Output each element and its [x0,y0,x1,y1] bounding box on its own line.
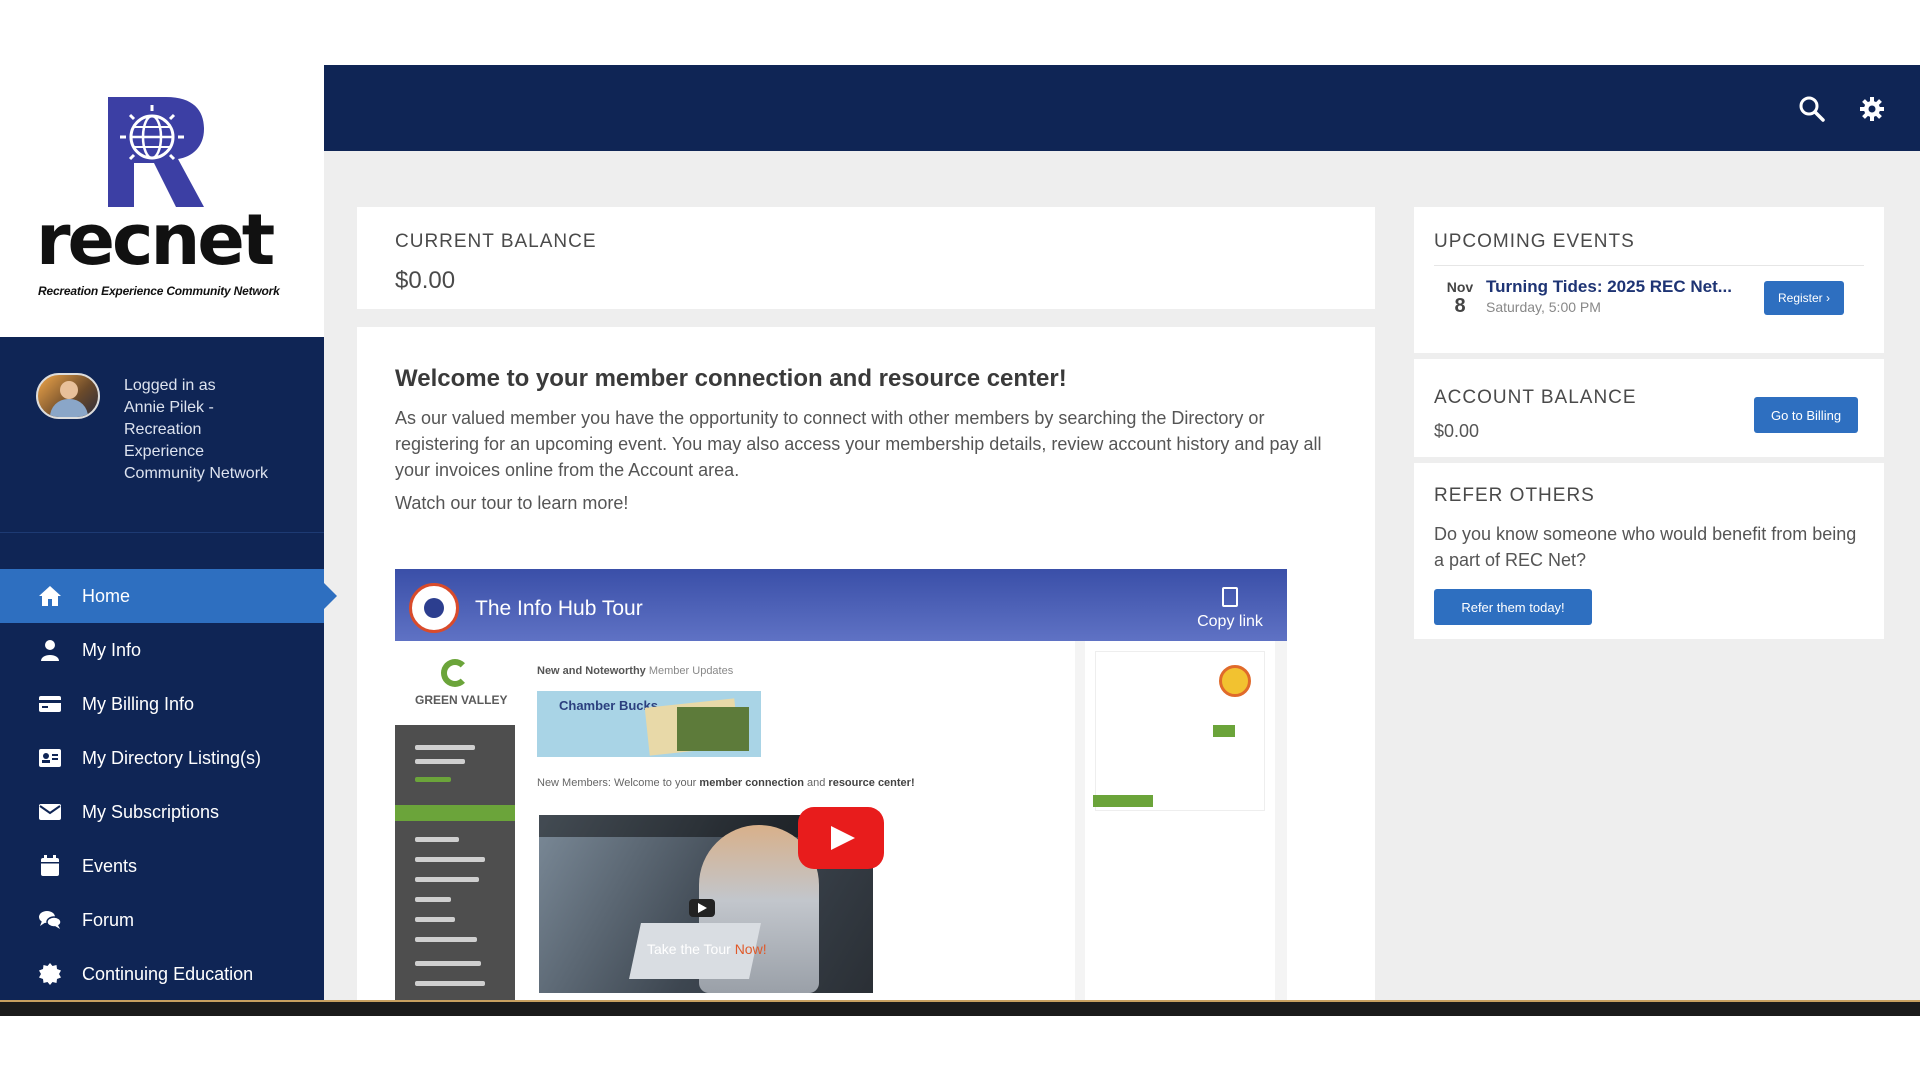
channel-logo-icon [409,583,459,633]
go-to-billing-button[interactable]: Go to Billing [1754,397,1858,433]
sidebar-nav: Home My Info My Billing Info My Director… [0,569,337,1001]
sidebar-item-label: My Info [82,639,142,660]
id-card-icon [36,746,64,770]
video-frame-welcome: New Members: Welcome to your member conn… [537,777,915,789]
gear-icon[interactable] [1858,95,1886,123]
video-frame-banner: Chamber Bucks [537,691,761,757]
account-balance-heading: ACCOUNT BALANCE [1434,387,1637,408]
envelope-icon [36,800,64,824]
taskbar [0,1000,1920,1016]
refer-others-text: Do you know someone who would benefit fr… [1434,524,1857,570]
refer-button[interactable]: Refer them today! [1434,589,1592,625]
sidebar-item-forum[interactable]: Forum [0,893,324,947]
sidebar-item-billing[interactable]: My Billing Info [0,677,324,731]
green-valley-logo-icon [441,659,469,687]
sidebar-item-label: My Subscriptions [82,801,220,822]
sidebar: recnet Recreation Experience Community N… [0,65,337,1015]
account-balance-value: $0.00 [1434,421,1480,441]
badge-icon [1219,665,1251,697]
tour-prompt: Watch our tour to learn more! [395,493,629,513]
app-frame: recnet Recreation Experience Community N… [0,65,1920,1015]
play-button-icon[interactable] [798,807,884,869]
event-title-link[interactable]: Turning Tides: 2025 REC Net... [1486,277,1732,297]
user-info: Logged in as Annie Pilek - Recreation Ex… [0,337,324,533]
sidebar-item-label: Continuing Education [82,963,254,984]
tour-video-player[interactable]: The Info Hub Tour Copy link GREEN VALLEY [395,569,1287,1015]
upcoming-events-card: UPCOMING EVENTS Nov 8 Turning Tides: 202… [1414,207,1884,353]
refer-others-card: REFER OTHERS Do you know someone who wou… [1414,463,1884,639]
credit-card-icon [36,692,64,716]
logo-wordmark: recnet [36,199,275,281]
event-date: Nov 8 [1440,279,1480,317]
logged-in-text: Logged in as Annie Pilek - Recreation Ex… [124,377,269,482]
video-frame-right-column [1085,641,1275,1015]
sidebar-item-events[interactable]: Events [0,839,324,893]
sidebar-item-continuing-education[interactable]: Continuing Education [0,947,324,1001]
recnet-logo-icon [108,97,204,207]
top-bar [324,65,1920,151]
register-button[interactable]: Register › [1764,281,1844,315]
sidebar-item-label: Forum [82,909,135,930]
video-frame-sidebar: GREEN VALLEY [395,641,515,1015]
current-balance-heading: CURRENT BALANCE [395,231,597,252]
event-month: Nov [1446,279,1474,295]
divider [1434,265,1864,266]
current-balance-card: CURRENT BALANCE $0.00 [357,207,1375,309]
refer-others-heading: REFER OTHERS [1434,485,1595,506]
welcome-body: As our valued member you have the opport… [395,408,1322,480]
sidebar-item-subscriptions[interactable]: My Subscriptions [0,785,324,839]
copy-icon [1222,587,1238,607]
account-balance-card: ACCOUNT BALANCE $0.00 Go to Billing [1414,359,1884,457]
video-frame-logo: GREEN VALLEY [415,693,508,707]
copy-link-button[interactable]: Copy link [1183,587,1277,631]
chat-bubbles-icon [36,908,64,932]
avatar[interactable] [36,373,100,419]
logo-tagline: Recreation Experience Community Network [38,284,280,298]
search-icon[interactable] [1798,95,1826,123]
copy-link-label: Copy link [1197,613,1263,630]
small-play-icon [689,899,715,917]
event-time: Saturday, 5:00 PM [1486,299,1601,315]
upcoming-events-heading: UPCOMING EVENTS [1434,231,1635,252]
event-day: 8 [1454,295,1466,317]
sidebar-item-label: Events [82,855,138,876]
video-frame-heading: New and Noteworthy Member Updates [537,665,734,677]
sidebar-item-label: My Billing Info [82,693,195,714]
sidebar-item-label: Home [82,585,131,606]
sidebar-item-label: My Directory Listing(s) [82,747,262,768]
video-header: The Info Hub Tour Copy link [395,569,1287,641]
calendar-icon [36,854,64,878]
user-icon [36,638,64,662]
welcome-title: Welcome to your member connection and re… [395,365,1067,392]
sidebar-item-directory[interactable]: My Directory Listing(s) [0,731,324,785]
thumbnail-caption: Take the Tour Now! [647,941,767,957]
logo[interactable]: recnet Recreation Experience Community N… [0,65,324,337]
sidebar-item-home[interactable]: Home [0,569,337,623]
sidebar-item-my-info[interactable]: My Info [0,623,324,677]
welcome-card: Welcome to your member connection and re… [357,327,1375,1015]
video-title[interactable]: The Info Hub Tour [475,597,643,621]
certificate-icon [36,962,64,986]
current-balance-value: $0.00 [395,267,456,294]
home-icon [36,584,64,608]
